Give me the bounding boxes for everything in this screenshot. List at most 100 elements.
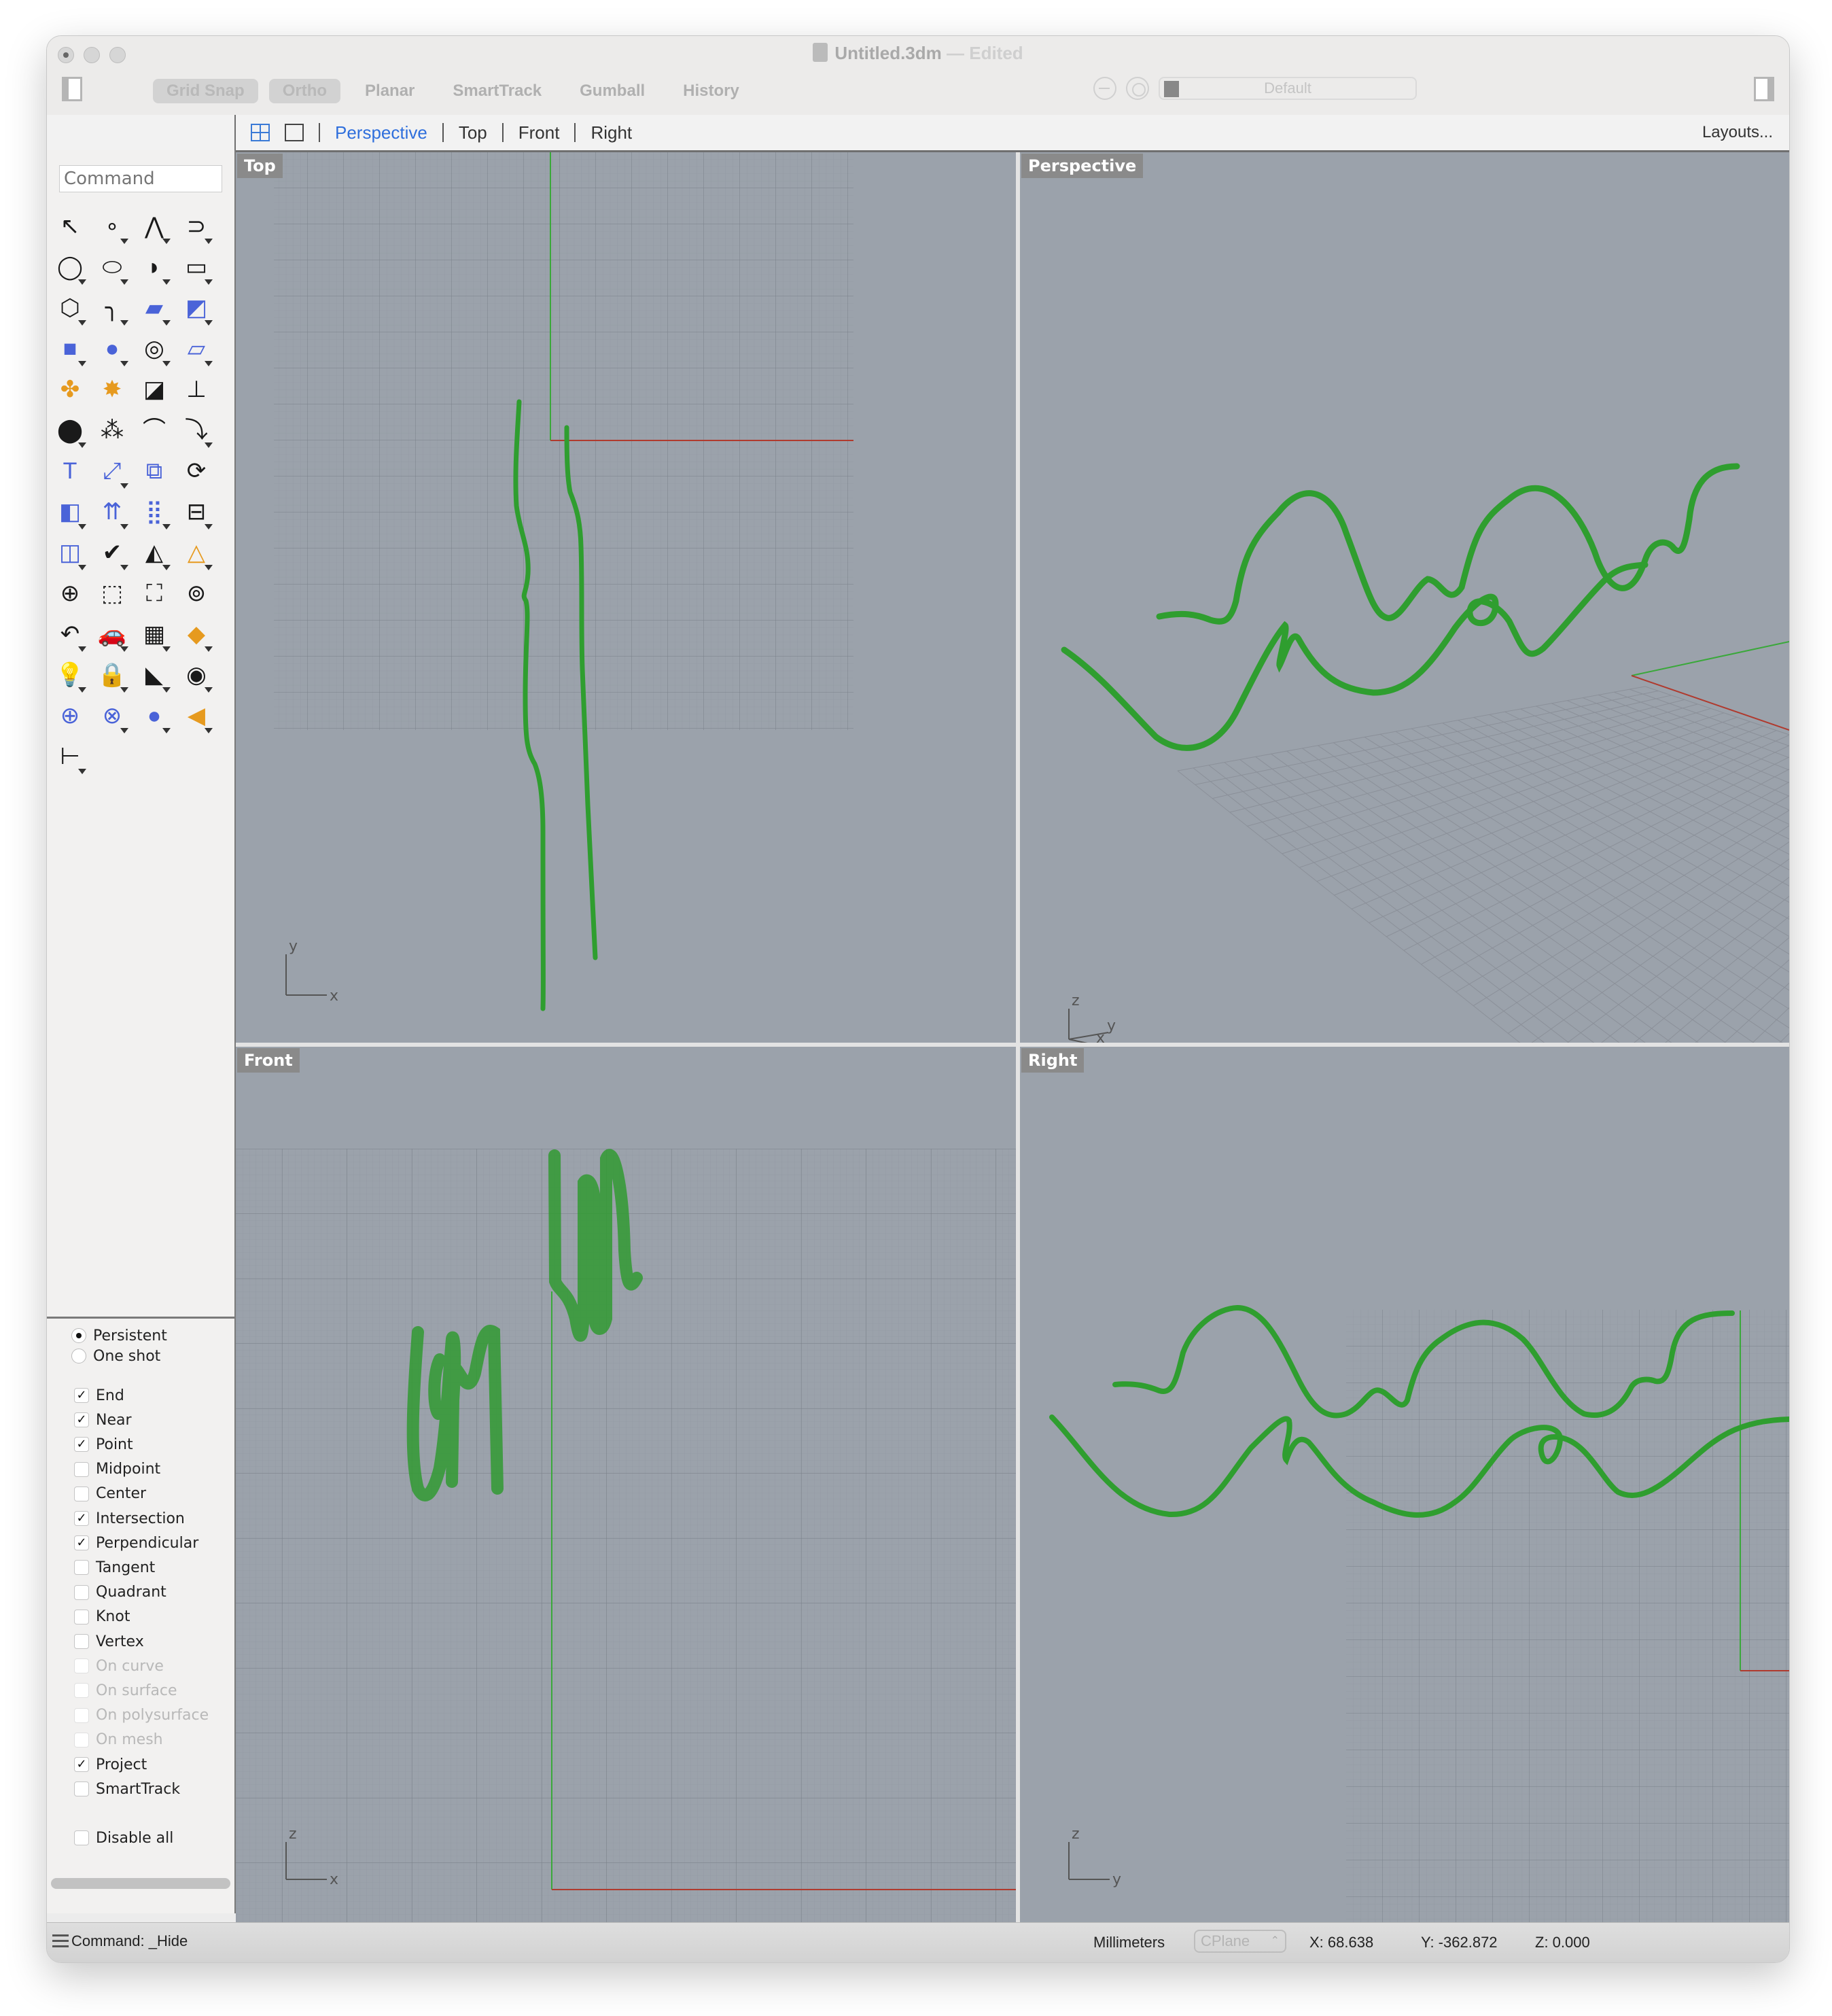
- tool-button[interactable]: ▦: [135, 615, 176, 656]
- checkbox[interactable]: [74, 1560, 89, 1576]
- checkbox[interactable]: [74, 1830, 89, 1846]
- osnap-perpendicular[interactable]: ✓ Perpendicular: [74, 1533, 198, 1552]
- tool-button[interactable]: ◆: [177, 615, 218, 656]
- tool-button[interactable]: ⤢: [93, 452, 134, 493]
- tool-button[interactable]: ◧: [51, 493, 92, 534]
- checkbox[interactable]: ✓: [74, 1535, 89, 1551]
- viewport-label[interactable]: Right: [1021, 1048, 1085, 1073]
- tool-button[interactable]: ⊢: [51, 737, 92, 778]
- osnap-project[interactable]: ✓ Project: [74, 1755, 147, 1774]
- tool-button[interactable]: ◀: [177, 697, 218, 737]
- history-toggle[interactable]: History: [669, 79, 753, 103]
- tool-button[interactable]: ⧉: [135, 452, 176, 493]
- tool-button[interactable]: ◯: [51, 248, 92, 289]
- tool-button[interactable]: ◗: [135, 248, 176, 289]
- osnap-tangent[interactable]: Tangent: [74, 1558, 155, 1577]
- osnap-midpoint[interactable]: Midpoint: [74, 1460, 160, 1479]
- checkbox[interactable]: [74, 1782, 89, 1797]
- target-icon[interactable]: [1126, 77, 1149, 100]
- layouts-button[interactable]: Layouts...: [1702, 123, 1773, 142]
- checkbox[interactable]: ✓: [74, 1388, 89, 1403]
- osnap-near[interactable]: ✓ Near: [74, 1410, 132, 1429]
- tool-button[interactable]: ⁂: [93, 411, 134, 452]
- osnap-intersection[interactable]: ✓ Intersection: [74, 1509, 185, 1528]
- tool-button[interactable]: ◩: [177, 289, 218, 330]
- osnap-point[interactable]: ✓ Point: [74, 1435, 133, 1454]
- tool-button[interactable]: ▱: [177, 330, 218, 370]
- osnap-smarttrack[interactable]: SmartTrack: [74, 1779, 180, 1798]
- tool-button[interactable]: ∘: [93, 207, 134, 248]
- units-label[interactable]: Millimeters: [1093, 1934, 1165, 1951]
- tool-button[interactable]: ◣: [135, 656, 176, 697]
- tool-button[interactable]: △: [177, 534, 218, 574]
- osnap-knot[interactable]: Knot: [74, 1607, 130, 1627]
- osnap-mode-one-shot[interactable]: One shot: [71, 1346, 160, 1366]
- tool-button[interactable]: ▰: [135, 289, 176, 330]
- tool-button[interactable]: ●: [135, 697, 176, 737]
- tool-button[interactable]: ⛶: [135, 574, 176, 615]
- tool-button[interactable]: ⊕: [51, 697, 92, 737]
- command-input[interactable]: [59, 165, 222, 192]
- curve-perspective-1[interactable]: [1156, 463, 1740, 625]
- command-history[interactable]: Command: _Hide: [52, 1932, 188, 1950]
- tool-button[interactable]: 💡: [51, 656, 92, 697]
- tool-button[interactable]: ⬚: [93, 574, 134, 615]
- single-viewport-icon[interactable]: [285, 124, 304, 141]
- osnap-end[interactable]: ✓ End: [74, 1386, 124, 1405]
- tool-button[interactable]: ⇈: [93, 493, 134, 534]
- checkbox[interactable]: [74, 1609, 89, 1624]
- tool-button[interactable]: ⬡: [51, 289, 92, 330]
- checkbox[interactable]: [74, 1461, 89, 1477]
- tool-button[interactable]: T: [51, 452, 92, 493]
- tool-button[interactable]: 🔒: [93, 656, 134, 697]
- tab-front[interactable]: Front: [518, 122, 560, 143]
- tool-button[interactable]: ◉: [177, 656, 218, 697]
- osnap-disable-all[interactable]: Disable all: [74, 1828, 173, 1847]
- checkbox[interactable]: ✓: [74, 1511, 89, 1526]
- tool-button[interactable]: ⊚: [177, 574, 218, 615]
- tool-button[interactable]: ⣿: [135, 493, 176, 534]
- panel-divider[interactable]: [47, 1317, 234, 1319]
- checkbox[interactable]: [74, 1584, 89, 1600]
- tool-button[interactable]: ⋀: [135, 207, 176, 248]
- tool-button[interactable]: ▭: [177, 248, 218, 289]
- command-history-icon[interactable]: [52, 1934, 69, 1948]
- tool-button[interactable]: ◎: [135, 330, 176, 370]
- planar-toggle[interactable]: Planar: [351, 79, 428, 103]
- viewport-right[interactable]: Right z y: [1020, 1047, 1789, 1924]
- four-viewports-icon[interactable]: [251, 124, 270, 141]
- tab-perspective[interactable]: Perspective: [335, 122, 427, 143]
- viewport-horizontal-splitter[interactable]: [236, 1043, 1789, 1047]
- gumball-toggle[interactable]: Gumball: [566, 79, 658, 103]
- viewport-label[interactable]: Perspective: [1021, 154, 1144, 178]
- toggle-left-sidebar-button[interactable]: [62, 77, 82, 101]
- osnap-mode-persistent[interactable]: Persistent: [71, 1326, 167, 1345]
- tool-button[interactable]: ⊗: [93, 697, 134, 737]
- current-layer-dropdown[interactable]: Default: [1159, 77, 1417, 100]
- tool-button[interactable]: ⊃: [177, 207, 218, 248]
- osnap-quadrant[interactable]: Quadrant: [74, 1583, 166, 1602]
- viewport-front[interactable]: Front z x: [236, 1047, 1016, 1924]
- snap-pin-icon[interactable]: [1093, 77, 1116, 100]
- tool-button[interactable]: ↶: [51, 615, 92, 656]
- smarttrack-toggle[interactable]: SmartTrack: [439, 79, 555, 103]
- tool-button[interactable]: ⊥: [177, 370, 218, 411]
- tool-button[interactable]: ⬤: [51, 411, 92, 452]
- tool-button[interactable]: ✔: [93, 534, 134, 574]
- tool-button[interactable]: ◭: [135, 534, 176, 574]
- grid-snap-toggle[interactable]: Grid Snap: [153, 79, 258, 103]
- tool-button[interactable]: ↖: [51, 207, 92, 248]
- tool-button[interactable]: ⊕: [51, 574, 92, 615]
- toggle-right-sidebar-button[interactable]: [1754, 77, 1774, 101]
- checkbox[interactable]: ✓: [74, 1757, 89, 1772]
- panel-scrollbar[interactable]: [51, 1878, 230, 1889]
- viewport-label[interactable]: Top: [237, 154, 283, 178]
- tool-button[interactable]: ⌒: [135, 411, 176, 452]
- tool-button[interactable]: ◫: [51, 534, 92, 574]
- tool-button[interactable]: ⊟: [177, 493, 218, 534]
- checkbox[interactable]: [74, 1634, 89, 1649]
- viewport-label[interactable]: Front: [237, 1048, 300, 1073]
- tab-right[interactable]: Right: [591, 122, 632, 143]
- tool-button[interactable]: ⬭: [93, 248, 134, 289]
- radio-button[interactable]: [71, 1328, 86, 1343]
